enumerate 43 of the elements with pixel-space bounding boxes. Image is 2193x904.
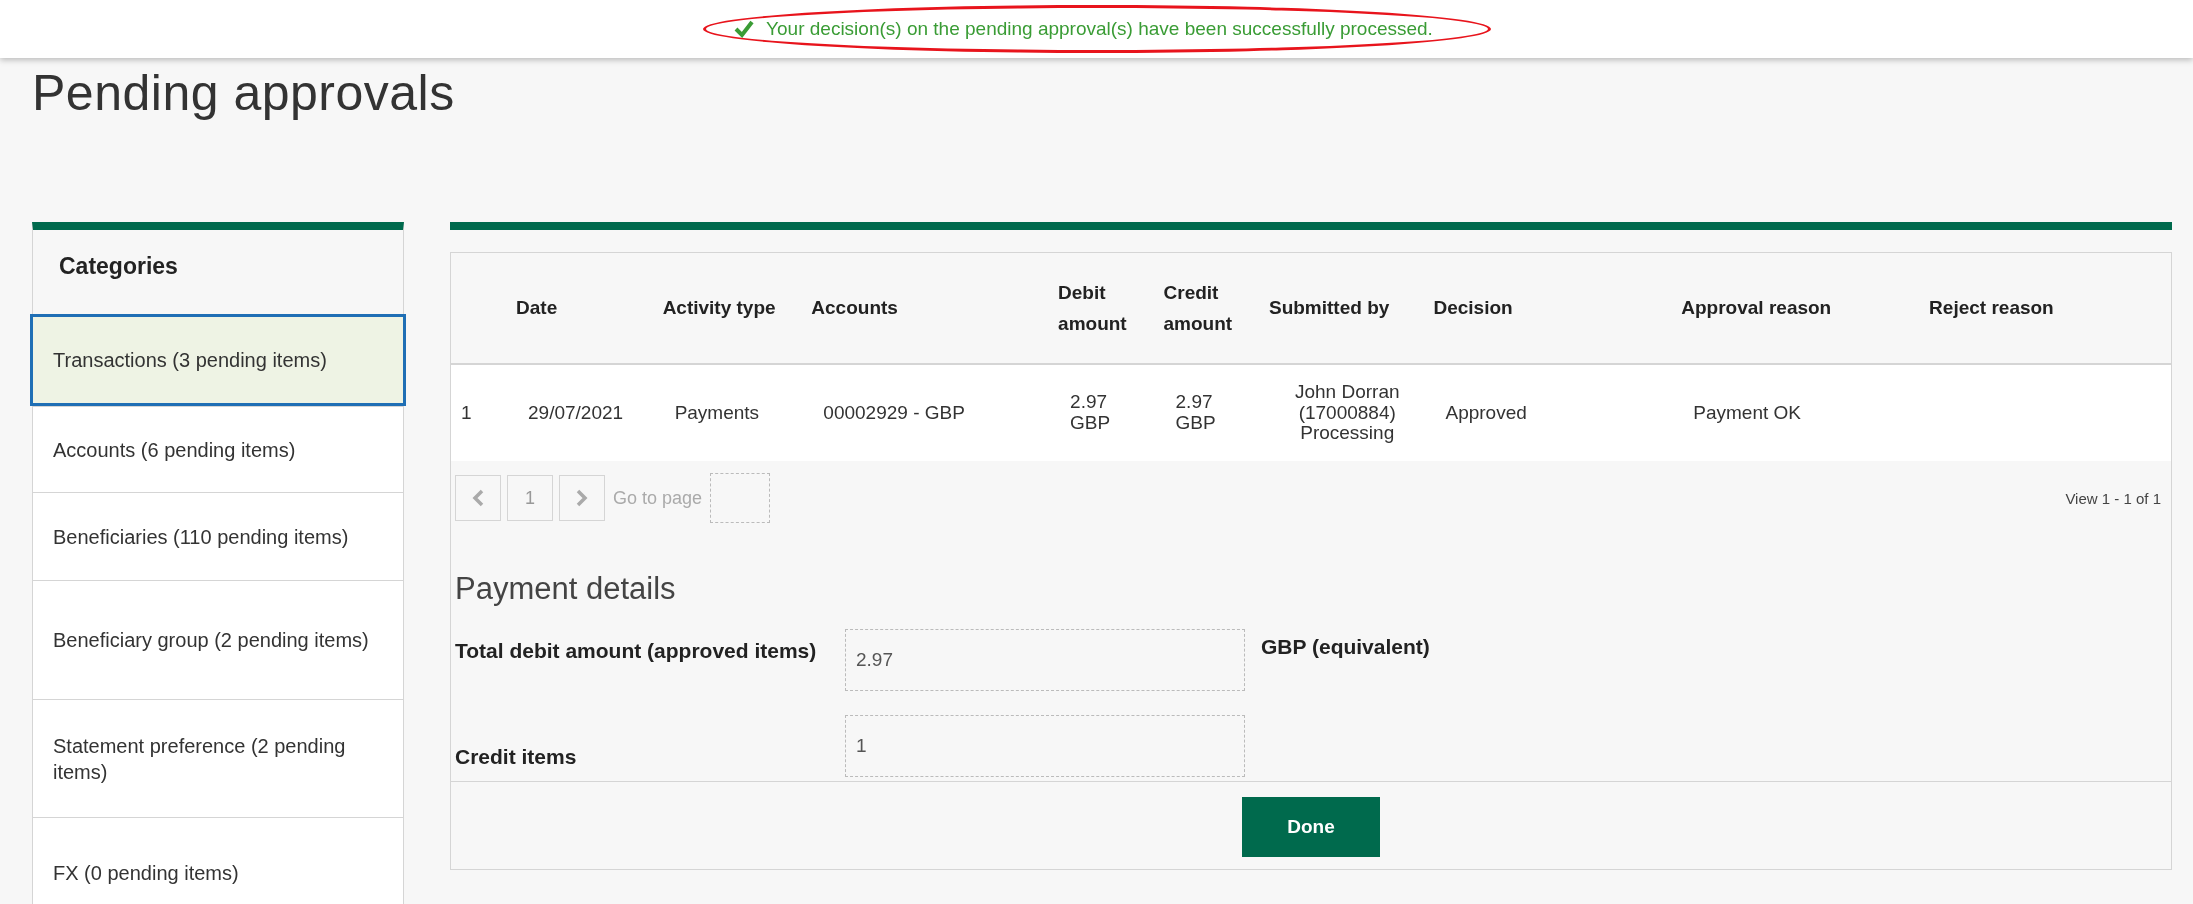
table-cell: 2.97 GBP (1052, 364, 1158, 461)
input-field[interactable]: 1 (845, 715, 1245, 777)
field-label: Total debit amount (approved items) (455, 638, 818, 664)
page-number: 1 (507, 475, 553, 521)
table-cell: Payments (656, 364, 806, 461)
go-to-page-label: Go to page (613, 487, 703, 509)
page-title: Pending approvals (32, 64, 456, 123)
table-cell: John Dorran (17000884) Processing (1263, 364, 1428, 461)
column-header: Credit amount (1157, 253, 1263, 364)
next-page-button[interactable] (559, 475, 605, 521)
table-cell: 00002929 - GBP (805, 364, 1053, 461)
unit-label: GBP (equivalent) (1261, 634, 1431, 659)
column-header: Date (510, 253, 657, 364)
table-cell: Payment OK (1675, 364, 1924, 461)
category-item[interactable]: Beneficiary group (2 pending items) (33, 580, 403, 699)
chevron-left-icon (472, 489, 484, 507)
results-summary: View 1 - 1 of 1 (2065, 489, 2162, 507)
field-label: Credit items (455, 744, 578, 770)
category-item[interactable]: Statement preference (2 pending items) (33, 699, 403, 817)
check-icon (734, 20, 755, 38)
category-item[interactable]: Transactions (3 pending items) (30, 314, 406, 406)
table-cell: 2.97 GBP (1157, 364, 1263, 461)
previous-page-button[interactable] (455, 475, 501, 521)
page-input[interactable] (710, 473, 771, 523)
column-header: Reject reason (1923, 253, 2171, 364)
table-cell: 1 (451, 364, 511, 461)
column-header: Approval reason (1675, 253, 1924, 364)
column-header: Debit amount (1052, 253, 1158, 364)
table-cell: 29/07/2021 (510, 364, 657, 461)
input-field[interactable]: 2.97 (845, 629, 1245, 691)
category-item[interactable]: Accounts (6 pending items) (33, 406, 403, 492)
table-cell: Approved (1427, 364, 1676, 461)
column-header: Decision (1427, 253, 1676, 364)
column-header: Accounts (805, 253, 1053, 364)
category-item[interactable]: FX (0 pending items) (33, 817, 403, 904)
chevron-right-icon (576, 489, 588, 507)
category-item[interactable]: Beneficiaries (110 pending items) (33, 492, 403, 580)
payment-details-heading: Payment details (455, 571, 677, 608)
column-header: Activity type (656, 253, 806, 364)
categories-heading: Categories (58, 252, 179, 281)
column-header: Submitted by (1263, 253, 1428, 364)
success-message: Your decision(s) on the pending approval(s) have been successfully processed. (766, 18, 1433, 40)
done-button[interactable]: Done (1242, 797, 1380, 857)
